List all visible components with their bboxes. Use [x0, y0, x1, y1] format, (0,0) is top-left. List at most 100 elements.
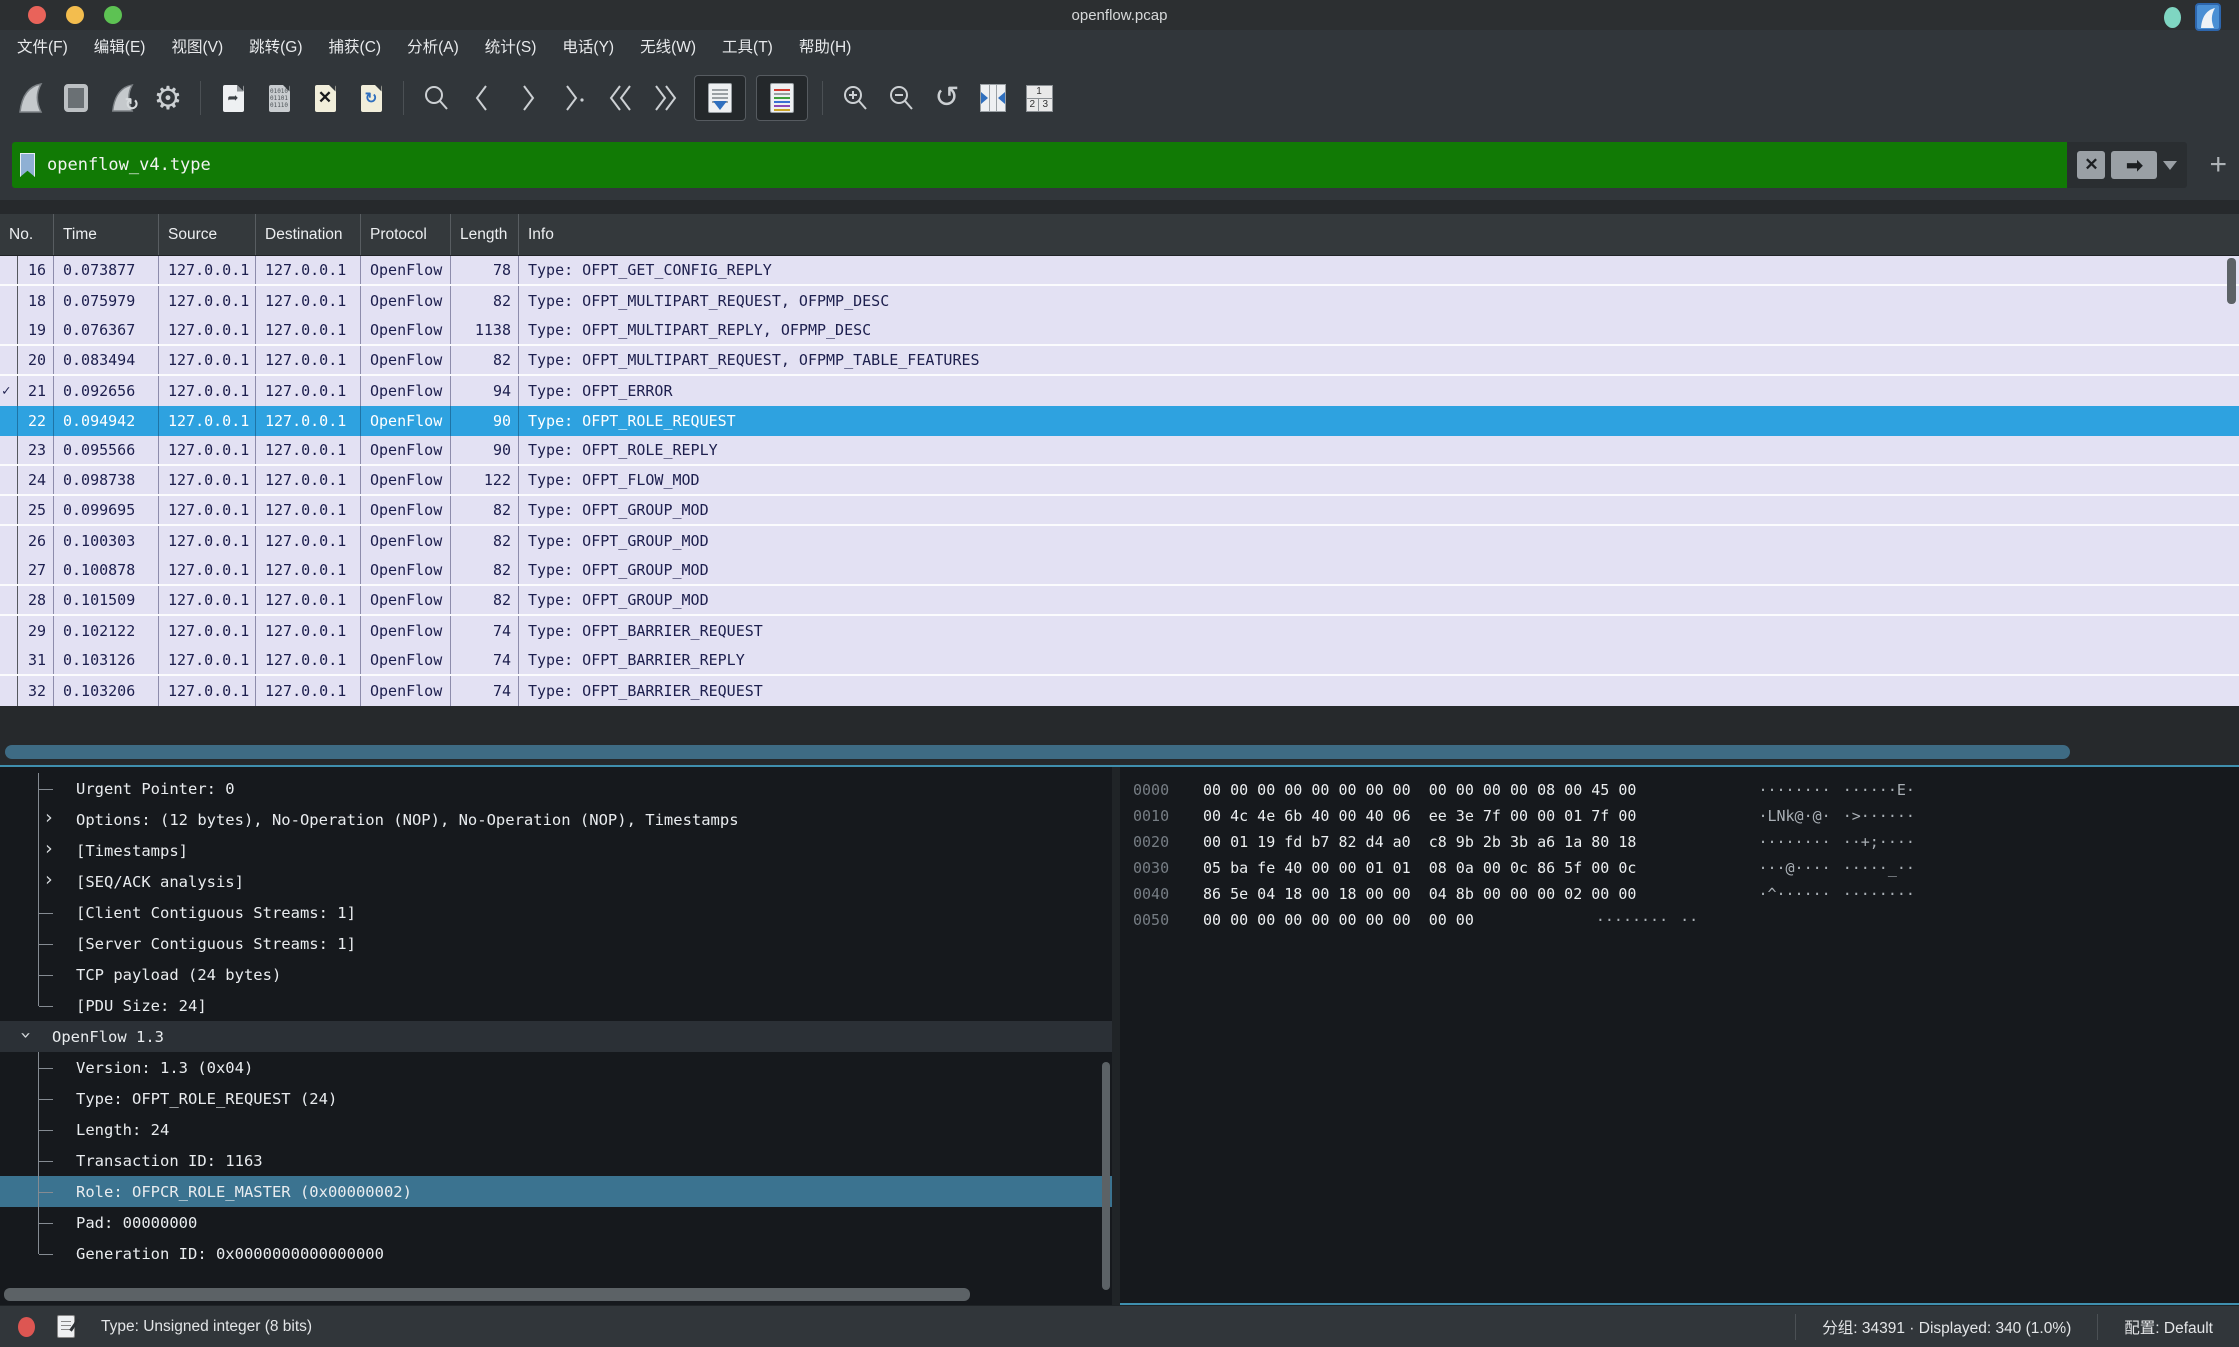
detail-row[interactable]: Role: OFPCR_ROLE_MASTER (0x00000002) [0, 1176, 1112, 1207]
packet-row[interactable]: 24 0.098738 127.0.0.1 127.0.0.1 OpenFlow… [0, 466, 2239, 496]
detail-row[interactable]: [Timestamps] [0, 835, 1112, 866]
detail-row[interactable]: OpenFlow 1.3 [0, 1021, 1112, 1052]
restart-capture-button[interactable]: ↻ [100, 75, 144, 121]
tree-expander-icon[interactable] [38, 1114, 66, 1145]
detail-row[interactable]: [SEQ/ACK analysis] [0, 866, 1112, 897]
tree-expander-icon[interactable] [38, 1083, 66, 1114]
bookmark-icon[interactable] [20, 153, 35, 177]
tree-expander-icon[interactable] [38, 990, 66, 1021]
hex-row[interactable]: 0030 05 ba fe 40 00 00 01 01 08 0a 00 0c… [1120, 855, 2239, 881]
hex-row[interactable]: 0050 00 00 00 00 00 00 00 00 00 00 ·····… [1120, 907, 2239, 933]
detail-row[interactable]: [Server Contiguous Streams: 1] [0, 928, 1112, 959]
zoom-out-button[interactable] [879, 75, 923, 121]
zoom-reset-button[interactable]: ↺ [925, 75, 969, 121]
detail-horizontal-scrollbar[interactable] [4, 1288, 970, 1301]
column-header[interactable]: Info [519, 214, 2239, 255]
detail-row[interactable]: [PDU Size: 24] [0, 990, 1112, 1021]
menu-item[interactable]: 电话(Y) [549, 30, 627, 66]
packet-row[interactable]: 23 0.095566 127.0.0.1 127.0.0.1 OpenFlow… [0, 436, 2239, 466]
tree-expander-icon[interactable] [38, 866, 66, 897]
tree-expander-icon[interactable] [38, 1052, 66, 1083]
tree-expander-icon[interactable] [38, 959, 66, 990]
menu-item[interactable]: 工具(T) [709, 30, 786, 66]
column-header[interactable]: Destination [256, 214, 361, 255]
packet-row[interactable]: 31 0.103126 127.0.0.1 127.0.0.1 OpenFlow… [0, 646, 2239, 676]
add-filter-button[interactable]: + [2209, 148, 2227, 182]
tree-expander-icon[interactable] [14, 1021, 42, 1052]
menu-item[interactable]: 跳转(G) [236, 30, 315, 66]
go-first-button[interactable] [598, 75, 642, 121]
filter-text[interactable]: openflow_v4.type [47, 155, 211, 175]
auto-scroll-toggle[interactable] [694, 75, 746, 121]
packet-row[interactable]: 28 0.101509 127.0.0.1 127.0.0.1 OpenFlow… [0, 586, 2239, 616]
packet-row[interactable]: 18 0.075979 127.0.0.1 127.0.0.1 OpenFlow… [0, 286, 2239, 316]
go-last-button[interactable] [644, 75, 688, 121]
packet-counts-status[interactable]: 分组: 34391 · Displayed: 340 (1.0%) [1795, 1314, 2097, 1340]
go-forward-button[interactable] [506, 75, 550, 121]
hex-row[interactable]: 0040 86 5e 04 18 00 18 00 00 04 8b 00 00… [1120, 881, 2239, 907]
packet-row[interactable]: 29 0.102122 127.0.0.1 127.0.0.1 OpenFlow… [0, 616, 2239, 646]
packet-row[interactable]: ✓ 21 0.092656 127.0.0.1 127.0.0.1 OpenFl… [0, 376, 2239, 406]
tree-expander-icon[interactable] [38, 1145, 66, 1176]
column-header[interactable]: Source [159, 214, 256, 255]
go-to-packet-button[interactable] [552, 75, 596, 121]
find-packet-button[interactable] [414, 75, 458, 121]
layout-button[interactable]: 123 [1017, 75, 1061, 121]
detail-row[interactable]: TCP payload (24 bytes) [0, 959, 1112, 990]
detail-row[interactable]: Length: 24 [0, 1114, 1112, 1145]
column-header[interactable]: Time [54, 214, 159, 255]
expert-info-icon[interactable] [18, 1317, 35, 1337]
detail-row[interactable]: [Client Contiguous Streams: 1] [0, 897, 1112, 928]
column-header[interactable]: Protocol [361, 214, 451, 255]
go-back-button[interactable] [460, 75, 504, 121]
tree-expander-icon[interactable] [38, 1176, 66, 1207]
tree-expander-icon[interactable] [38, 773, 66, 804]
pane-divider[interactable] [1112, 767, 1120, 1305]
start-capture-button[interactable] [8, 75, 52, 121]
capture-options-button[interactable]: ⚙ [146, 75, 190, 121]
tree-expander-icon[interactable] [38, 897, 66, 928]
packet-row[interactable]: 19 0.076367 127.0.0.1 127.0.0.1 OpenFlow… [0, 316, 2239, 346]
menu-item[interactable]: 帮助(H) [786, 30, 865, 66]
menu-item[interactable]: 视图(V) [158, 30, 236, 66]
detail-vertical-scrollbar[interactable] [1102, 1062, 1110, 1290]
detail-row[interactable]: Urgent Pointer: 0 [0, 773, 1112, 804]
tree-expander-icon[interactable] [38, 1238, 66, 1269]
hex-row[interactable]: 0000 00 00 00 00 00 00 00 00 00 00 00 00… [1120, 777, 2239, 803]
packet-list-vertical-scrollbar[interactable] [2227, 258, 2236, 304]
detail-row[interactable]: Options: (12 bytes), No-Operation (NOP),… [0, 804, 1112, 835]
menu-item[interactable]: 编辑(E) [81, 30, 159, 66]
clear-filter-button[interactable]: ✕ [2077, 151, 2105, 179]
detail-row[interactable]: Generation ID: 0x0000000000000000 [0, 1238, 1112, 1269]
packet-row[interactable]: 22 0.094942 127.0.0.1 127.0.0.1 OpenFlow… [0, 406, 2239, 436]
tree-expander-icon[interactable] [38, 835, 66, 866]
detail-row[interactable]: Transaction ID: 1163 [0, 1145, 1112, 1176]
tree-expander-icon[interactable] [38, 928, 66, 959]
detail-row[interactable]: Version: 1.3 (0x04) [0, 1052, 1112, 1083]
menu-item[interactable]: 分析(A) [394, 30, 472, 66]
packet-list-horizontal-scrollbar[interactable] [5, 745, 2070, 759]
filter-dropdown-caret[interactable] [2163, 161, 2177, 177]
packet-row[interactable]: 25 0.099695 127.0.0.1 127.0.0.1 OpenFlow… [0, 496, 2239, 526]
display-filter-input[interactable]: openflow_v4.type [12, 142, 2067, 188]
stop-capture-button[interactable] [54, 75, 98, 121]
packet-row[interactable]: 20 0.083494 127.0.0.1 127.0.0.1 OpenFlow… [0, 346, 2239, 376]
close-file-button[interactable]: ✕ [303, 75, 347, 121]
column-header[interactable]: Length [451, 214, 519, 255]
apply-filter-button[interactable]: ➡ [2111, 151, 2157, 179]
column-header[interactable]: No. [0, 214, 54, 255]
capture-comment-icon[interactable] [57, 1315, 75, 1338]
detail-row[interactable]: Type: OFPT_ROLE_REQUEST (24) [0, 1083, 1112, 1114]
zoom-in-button[interactable] [833, 75, 877, 121]
packet-row[interactable]: 26 0.100303 127.0.0.1 127.0.0.1 OpenFlow… [0, 526, 2239, 556]
open-file-button[interactable]: ➦ [211, 75, 255, 121]
save-file-button[interactable]: 010100110101110 [257, 75, 301, 121]
hex-row[interactable]: 0020 00 01 19 fd b7 82 d4 a0 c8 9b 2b 3b… [1120, 829, 2239, 855]
hex-row[interactable]: 0010 00 4c 4e 6b 40 00 40 06 ee 3e 7f 00… [1120, 803, 2239, 829]
reload-file-button[interactable]: ↻ [349, 75, 393, 121]
profile-status[interactable]: 配置: Default [2097, 1314, 2239, 1340]
menu-item[interactable]: 统计(S) [472, 30, 550, 66]
packet-row[interactable]: 27 0.100878 127.0.0.1 127.0.0.1 OpenFlow… [0, 556, 2239, 586]
packet-row[interactable]: 16 0.073877 127.0.0.1 127.0.0.1 OpenFlow… [0, 256, 2239, 286]
tree-expander-icon[interactable] [38, 804, 66, 835]
